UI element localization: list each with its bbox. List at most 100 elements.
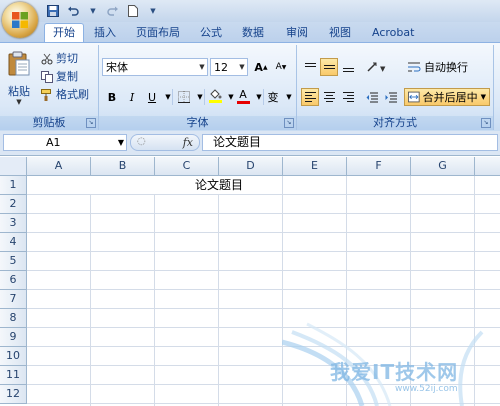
merge-center-label: 合并后居中 — [422, 91, 478, 104]
row-header-7[interactable]: 7 — [0, 290, 27, 309]
align-center-button[interactable] — [320, 88, 338, 106]
alignment-dialog-launcher-icon[interactable]: ↘ — [481, 118, 491, 128]
gridline — [27, 289, 500, 290]
column-header-a[interactable]: A — [27, 157, 91, 176]
column-header-e[interactable]: E — [283, 157, 347, 176]
clipboard-group: 粘贴 ▼ 剪切 复制 格式刷 剪贴板 ↘ — [0, 45, 99, 130]
tab-data[interactable]: 数据 — [234, 24, 272, 42]
column-header-d[interactable]: D — [219, 157, 283, 176]
borders-button[interactable] — [176, 88, 192, 106]
row-header-9[interactable]: 9 — [0, 328, 27, 347]
tab-view[interactable]: 视图 — [321, 24, 359, 42]
column-header-b[interactable]: B — [91, 157, 155, 176]
select-all-corner[interactable] — [0, 157, 27, 176]
customize-toolbar-icon[interactable]: ▼ — [144, 2, 162, 20]
row-header-12[interactable]: 12 — [0, 385, 27, 404]
increase-indent-button[interactable] — [382, 88, 400, 106]
align-top-icon — [304, 62, 316, 72]
save-icon[interactable] — [44, 2, 62, 20]
underline-dropdown-icon[interactable]: ▼ — [160, 88, 176, 106]
dropdown-arrow-icon[interactable]: ▼ — [84, 2, 102, 20]
paint-bucket-icon — [209, 89, 221, 99]
column-header-f[interactable]: F — [347, 157, 411, 176]
font-size-dropdown-icon[interactable]: ▼ — [237, 59, 247, 75]
row-header-4[interactable]: 4 — [0, 233, 27, 252]
row-header-3[interactable]: 3 — [0, 214, 27, 233]
paste-button[interactable]: 粘贴 ▼ — [4, 49, 34, 111]
fill-color-swatch — [208, 100, 222, 103]
font-name-dropdown-icon[interactable]: ▼ — [197, 59, 207, 75]
new-document-icon[interactable] — [124, 2, 142, 20]
merge-center-button[interactable]: 合并后居中 ▼ — [404, 88, 490, 106]
font-color-button[interactable]: A — [235, 87, 251, 105]
row-header-2[interactable]: 2 — [0, 195, 27, 214]
name-box[interactable]: A1 ▼ — [3, 134, 127, 151]
tab-review[interactable]: 审阅 — [278, 24, 316, 42]
increase-indent-icon — [385, 92, 397, 102]
align-middle-button[interactable] — [320, 58, 338, 76]
gridline — [90, 195, 91, 406]
font-group: 宋体 ▼ 12 ▼ A ▲ A ▼ B I U ▼ ▼ ▼ A ▼ 变 ▼ 字体… — [99, 45, 297, 130]
alignment-group: ▼ 自动换行 合并后居中 ▼ 对齐方式 ↘ — [297, 45, 494, 130]
row-header-1[interactable]: 1 — [0, 176, 27, 195]
row-header-8[interactable]: 8 — [0, 309, 27, 328]
circle-knob-icon: ◌ — [137, 136, 146, 147]
clipboard-dialog-launcher-icon[interactable]: ↘ — [86, 118, 96, 128]
row-header-5[interactable]: 5 — [0, 252, 27, 271]
column-header-g[interactable]: G — [411, 157, 475, 176]
redo-icon[interactable] — [104, 2, 122, 20]
paste-dropdown-icon[interactable]: ▼ — [4, 98, 34, 106]
borders-icon — [178, 91, 190, 103]
font-size-combo[interactable]: 12 ▼ — [210, 58, 248, 76]
office-button[interactable] — [2, 2, 38, 38]
gridline — [27, 327, 500, 328]
format-painter-button[interactable]: 格式刷 — [40, 86, 89, 103]
align-top-button[interactable] — [301, 58, 319, 76]
align-right-icon — [342, 92, 354, 102]
font-name-combo[interactable]: 宋体 ▼ — [102, 58, 208, 76]
name-box-dropdown-icon[interactable]: ▼ — [118, 135, 124, 150]
formula-bar: A1 ▼ ◌ fx 论文题目 — [0, 131, 500, 156]
copy-button[interactable]: 复制 — [40, 68, 78, 85]
formula-input[interactable]: 论文题目 — [202, 134, 498, 151]
row-header-11[interactable]: 11 — [0, 366, 27, 385]
ribbon-tabs: 开始 插入 页面布局 公式 数据 审阅 视图 Acrobat — [0, 22, 500, 42]
borders-dropdown-icon[interactable]: ▼ — [192, 88, 208, 106]
watermark-url: www.52ij.com — [395, 384, 458, 394]
undo-icon[interactable] — [64, 2, 82, 20]
row-header-6[interactable]: 6 — [0, 271, 27, 290]
gridline — [282, 176, 283, 406]
align-bottom-button[interactable] — [339, 58, 357, 76]
orientation-button[interactable]: ▼ — [363, 58, 389, 76]
cut-label: 剪切 — [56, 52, 78, 65]
fill-color-button[interactable] — [207, 87, 223, 105]
wrap-text-button[interactable]: 自动换行 — [405, 58, 471, 76]
tab-page-layout[interactable]: 页面布局 — [128, 24, 188, 42]
merged-cell-a1[interactable]: 论文题目 — [155, 176, 283, 195]
align-right-button[interactable] — [339, 88, 357, 106]
row-header-10[interactable]: 10 — [0, 347, 27, 366]
column-header-c[interactable]: C — [155, 157, 219, 176]
wrap-text-icon — [408, 62, 421, 72]
tab-insert[interactable]: 插入 — [86, 24, 124, 42]
align-left-button[interactable] — [301, 88, 319, 106]
tab-home[interactable]: 开始 — [44, 23, 84, 42]
underline-button[interactable]: U — [144, 88, 160, 106]
italic-button[interactable]: I — [124, 88, 140, 106]
bold-button[interactable]: B — [104, 88, 120, 106]
decrease-indent-button[interactable] — [363, 88, 381, 106]
merge-center-icon — [408, 91, 420, 103]
font-dialog-launcher-icon[interactable]: ↘ — [284, 118, 294, 128]
phonetic-button[interactable]: 变 — [265, 88, 281, 106]
tab-acrobat[interactable]: Acrobat — [364, 24, 422, 42]
phonetic-dropdown-icon[interactable]: ▼ — [281, 88, 297, 106]
cut-button[interactable]: 剪切 — [40, 50, 78, 67]
align-bottom-icon — [342, 63, 354, 72]
tab-formulas[interactable]: 公式 — [192, 24, 230, 42]
merge-center-dropdown-icon[interactable]: ▼ — [481, 93, 486, 101]
column-header-partial[interactable] — [475, 157, 500, 176]
grow-font-button[interactable]: A ▲ — [252, 58, 270, 76]
shrink-font-button[interactable]: A ▼ — [272, 58, 290, 76]
insert-function-button[interactable]: fx — [183, 135, 193, 150]
gridline — [27, 308, 500, 309]
